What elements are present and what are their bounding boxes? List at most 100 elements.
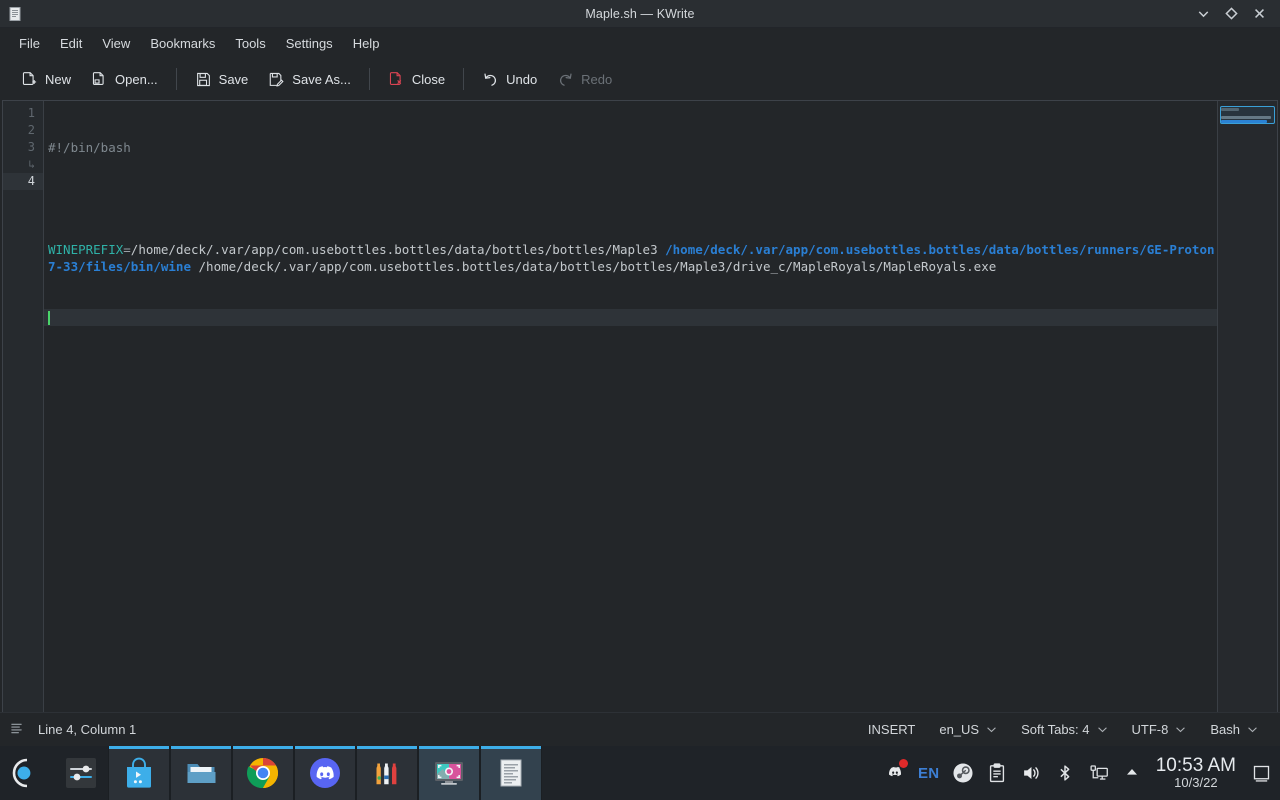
tray-volume[interactable]: [1014, 746, 1048, 800]
floppy-save-icon: [195, 71, 212, 88]
open-button[interactable]: Open...: [82, 66, 167, 93]
discover-bag-icon: [122, 756, 156, 790]
syntax-mode-label: Bash: [1210, 722, 1240, 737]
task-file-manager[interactable]: [170, 746, 232, 800]
chevron-up-icon: [1122, 762, 1144, 784]
tray-network[interactable]: [1082, 746, 1116, 800]
task-discord[interactable]: [294, 746, 356, 800]
settings-sliders-icon: [64, 756, 98, 790]
system-settings-launcher[interactable]: [54, 746, 108, 800]
menu-file[interactable]: File: [9, 32, 50, 55]
line-wrap-marker: ↳: [28, 158, 35, 171]
editor-minimap-scrollbar[interactable]: [1217, 101, 1277, 712]
window-title: Maple.sh — KWrite: [585, 6, 695, 21]
redo-button-label: Redo: [581, 71, 613, 87]
maximize-button[interactable]: [1218, 2, 1244, 26]
undo-arrow-icon: [482, 71, 499, 88]
menu-bookmarks[interactable]: Bookmarks: [140, 32, 225, 55]
clock-time: 10:53 AM: [1155, 755, 1236, 777]
indent-label: Soft Tabs: 4: [1021, 722, 1090, 737]
minimize-button[interactable]: [1190, 2, 1216, 26]
text-cursor: [48, 311, 50, 325]
tray-clipboard[interactable]: [980, 746, 1014, 800]
discord-icon: [308, 756, 342, 790]
chrome-icon: [246, 756, 280, 790]
chevron-down-icon: [987, 727, 996, 733]
tray-discord[interactable]: [878, 746, 912, 800]
menu-view[interactable]: View: [92, 32, 140, 55]
system-tray: EN 10:53 AM 10/3/22: [878, 746, 1280, 800]
insert-mode-indicator[interactable]: INSERT: [856, 717, 927, 742]
cursor-position: Line 4, Column 1: [38, 722, 137, 737]
line-number: 3: [27, 140, 35, 154]
code-line-1: #!/bin/bash: [48, 139, 1217, 156]
code-line-4: [44, 309, 1217, 326]
variable-token: WINEPREFIX: [48, 242, 124, 257]
clipboard-icon: [986, 762, 1008, 784]
task-kwrite[interactable]: [480, 746, 542, 800]
menu-edit[interactable]: Edit: [50, 32, 92, 55]
task-bottles[interactable]: [356, 746, 418, 800]
toolbar-separator: [175, 68, 177, 90]
undo-button[interactable]: Undo: [473, 66, 546, 93]
bottles-icon: [370, 756, 404, 790]
task-discover[interactable]: [108, 746, 170, 800]
save-button-label: Save: [218, 71, 249, 87]
keyboard-layout-icon: EN: [918, 764, 940, 782]
line-number-current: 4: [3, 173, 43, 190]
chevron-down-icon: [1097, 727, 1107, 733]
close-document-button-label: Close: [411, 71, 446, 87]
tray-expand-button[interactable]: [1116, 746, 1150, 800]
encoding-label: UTF-8: [1131, 722, 1169, 737]
encoding-selector[interactable]: UTF-8: [1120, 717, 1199, 742]
open-button-label: Open...: [115, 71, 158, 87]
new-button[interactable]: New: [12, 66, 80, 93]
exe-path-token: /home/deck/.var/app/com.usebottles.bottl…: [198, 259, 997, 274]
code-content[interactable]: #!/bin/bash WINEPREFIX=/home/deck/.var/a…: [44, 101, 1217, 712]
dictionary-selector[interactable]: en_US: [927, 717, 1009, 742]
show-desktop-icon: [1253, 765, 1269, 782]
chevron-down-icon: [1176, 727, 1186, 733]
tray-steam[interactable]: [946, 746, 980, 800]
steam-icon: [952, 762, 974, 784]
clock-widget[interactable]: 10:53 AM 10/3/22: [1150, 756, 1246, 790]
line-number: 1: [27, 106, 35, 120]
indent-selector[interactable]: Soft Tabs: 4: [1009, 717, 1119, 742]
tray-bluetooth[interactable]: [1048, 746, 1082, 800]
menu-tools[interactable]: Tools: [225, 32, 275, 55]
close-button[interactable]: [1246, 2, 1272, 26]
syntax-mode-selector[interactable]: Bash: [1198, 717, 1270, 742]
close-document-button[interactable]: Close: [379, 66, 454, 93]
application-launcher[interactable]: [0, 746, 54, 800]
minimap-viewport[interactable]: [1220, 106, 1275, 124]
bluetooth-icon: [1054, 762, 1076, 784]
task-spectacle[interactable]: [418, 746, 480, 800]
lines-menu-icon[interactable]: [9, 721, 26, 738]
save-as-button[interactable]: Save As...: [259, 66, 360, 93]
toolbar-separator-3: [463, 68, 465, 90]
tray-keyboard-layout[interactable]: EN: [912, 746, 946, 800]
line-number: 2: [27, 123, 35, 137]
spectacle-icon: [432, 756, 466, 790]
save-button[interactable]: Save: [186, 66, 258, 93]
redo-arrow-icon: [557, 71, 574, 88]
text-editor[interactable]: 1 2 3 ↳ 4 #!/bin/bash WINEPREFIX=/home/d…: [2, 100, 1278, 712]
window-controls: [1190, 2, 1280, 26]
status-bar: Line 4, Column 1 INSERT en_US Soft Tabs:…: [0, 712, 1280, 746]
prefix-path-token: /home/deck/.var/app/com.usebottles.bottl…: [130, 242, 658, 257]
chevron-down-icon: [1248, 727, 1257, 733]
new-document-icon: [21, 71, 38, 88]
show-desktop-button[interactable]: [1246, 746, 1276, 800]
text-document-icon: [494, 756, 528, 790]
title-bar[interactable]: Maple.sh — KWrite: [0, 0, 1280, 28]
menu-help[interactable]: Help: [343, 32, 390, 55]
task-chrome[interactable]: [232, 746, 294, 800]
open-folder-icon: [91, 71, 108, 88]
notification-badge: [898, 759, 908, 768]
close-document-icon: [388, 71, 405, 88]
shebang-token: #!/bin/bash: [48, 140, 131, 155]
equals-token: =: [123, 242, 131, 257]
taskbar-launchers: [0, 746, 542, 800]
menu-settings[interactable]: Settings: [276, 32, 343, 55]
